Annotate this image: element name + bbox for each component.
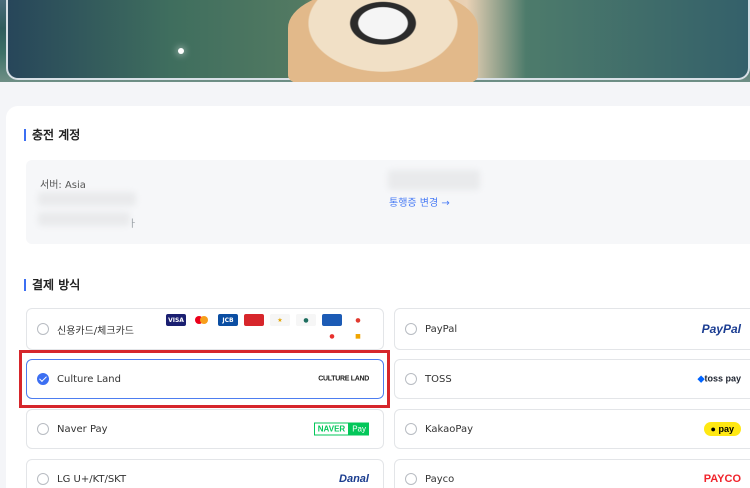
radio-paypal[interactable] [405,323,417,335]
radio-naver-pay[interactable] [37,423,49,435]
radio-payco[interactable] [405,473,417,485]
masked-account-id [388,170,480,190]
option-label: Naver Pay [57,423,108,435]
option-label: Payco [425,473,455,485]
option-label: KakaoPay [425,423,473,435]
kakaopay-logo: ● pay [703,422,741,436]
option-label: 신용카드/체크카드 [57,325,134,337]
danal-logo: Danal [339,473,369,485]
masked-suffix: ㅏ [128,219,138,230]
banner-image [6,0,750,82]
radio-kakaopay[interactable] [405,423,417,435]
payco-logo: PAYCO [703,473,741,485]
promo-banner [0,0,750,82]
toss-pay-logo: ◆toss pay [697,373,741,384]
option-label: TOSS [425,373,452,385]
payment-option-kakaopay[interactable]: KakaoPay ● pay [394,409,750,449]
bc-card-icon: ● [322,330,342,342]
server-value: Asia [64,180,86,191]
lotte-card-icon: ● [348,314,368,326]
server-label: 서버: [40,180,62,191]
unionpay-icon [244,314,264,326]
samsung-card-icon [322,314,342,326]
visa-icon: VISA [166,314,186,326]
title-accent-bar [24,278,26,291]
paypal-logo: PayPal [701,322,741,336]
payment-option-paypal[interactable]: PayPal PayPal [394,308,750,350]
nh-card-icon: ● [296,314,316,326]
payment-option-payco[interactable]: Payco PAYCO [394,459,750,488]
sparkle-icon [178,48,184,54]
jcb-icon: JCB [218,314,238,326]
kb-card-icon: ★ [270,314,290,326]
selection-highlight-box [19,350,390,408]
payment-option-mobile[interactable]: LG U+/KT/SKT Danal [26,459,384,488]
payment-section-title: 결제 방식 [24,276,80,293]
account-section-title: 충전 계정 [24,126,80,143]
change-pass-link[interactable]: 통행증 변경 → [389,194,450,209]
hana-card-icon: ■ [348,330,368,342]
naver-pay-logo: NAVER Pay [313,422,369,436]
toss-icon: ◆ [697,373,705,384]
masked-nickname [38,212,130,226]
title-accent-bar [24,128,26,141]
character-illustration [288,0,478,82]
payment-option-toss[interactable]: TOSS ◆toss pay [394,359,750,399]
mastercard-icon [191,314,211,326]
option-label: PayPal [425,323,458,335]
radio-card[interactable] [37,323,49,335]
server-line: 서버: Asia [40,176,86,191]
masked-uid [38,192,136,206]
radio-toss[interactable] [405,373,417,385]
payment-option-naver-pay[interactable]: Naver Pay NAVER Pay [26,409,384,449]
option-label: LG U+/KT/SKT [57,473,127,485]
radio-mobile[interactable] [37,473,49,485]
